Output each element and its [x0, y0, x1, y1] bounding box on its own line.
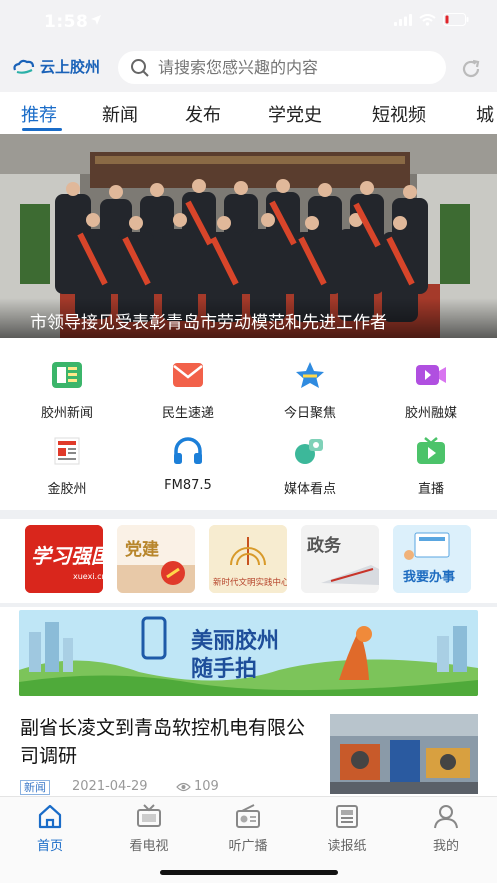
app-header: 云上胶州 [0, 44, 497, 92]
cloud-logo-icon [13, 59, 35, 74]
quick-link-livelihood[interactable]: 民生速递 [126, 360, 250, 421]
feature-cards-row: 学习强国 xuexi.cn 党建 新时代文明实践中心 政务 [0, 519, 497, 603]
nav-label: 我的 [432, 839, 459, 854]
news-date: 2021-04-29 [72, 779, 148, 794]
status-indicators [394, 13, 469, 26]
nav-label: 听广播 [228, 839, 268, 854]
tab-party-history[interactable]: 学党史 [268, 101, 322, 127]
headphones-icon [174, 437, 202, 464]
tab-city[interactable]: 城 [476, 101, 494, 127]
feature-card-services[interactable]: 我要办事 [393, 525, 471, 593]
quick-link-label: 今日聚焦 [283, 406, 336, 421]
promo-banner[interactable]: 美丽胶州 随手拍 [19, 610, 478, 696]
section-divider [0, 510, 497, 519]
active-tab-indicator [22, 128, 62, 131]
quick-link-jiaozhou-news[interactable]: 胶州新闻 [5, 360, 129, 421]
tab-short-video[interactable]: 短视频 [372, 101, 426, 127]
video-camera-icon [416, 365, 446, 385]
quick-link-label: 胶州融媒 [404, 406, 457, 421]
wifi-icon [419, 13, 436, 26]
civilization-center-icon: 新时代文明实践中心 [209, 525, 287, 593]
battery-icon [443, 13, 469, 26]
promo-line1: 美丽胶州 [191, 628, 279, 654]
quick-link-label: 金胶州 [47, 482, 87, 497]
feature-card-civilization-center[interactable]: 新时代文明实践中心 [209, 525, 287, 593]
quick-link-focus[interactable]: 今日聚焦 [248, 360, 372, 421]
newspaper-nav-icon [336, 805, 358, 828]
banner-caption: 市领导接见受表彰青岛市劳动模范和先进工作者 [0, 298, 497, 338]
promo-line2: 随手拍 [191, 656, 257, 682]
party-emblem-icon: 党建 [117, 525, 195, 593]
envelope-icon [173, 363, 203, 387]
status-time: 1:58 [44, 12, 89, 32]
nav-read-newspaper[interactable]: 读报纸 [307, 803, 387, 854]
tab-news[interactable]: 新闻 [102, 101, 138, 127]
quick-link-label: 直播 [417, 482, 444, 497]
status-bar: 1:58 [0, 0, 497, 44]
news-thumbnail [330, 714, 478, 794]
feature-card-government[interactable]: 政务 [301, 525, 379, 593]
banner-caption-text: 市领导接见受表彰青岛市劳动模范和先进工作者 [30, 313, 387, 333]
star-icon [296, 362, 324, 388]
news-thumbnail-image [330, 714, 478, 794]
radio-icon [236, 804, 260, 828]
newspaper-icon [52, 362, 82, 388]
feature-card-sublabel: xuexi.cn [73, 572, 103, 581]
quick-link-fm[interactable]: FM87.5 [126, 436, 250, 493]
headline-banner[interactable]: 市领导接见受表彰青岛市劳动模范和先进工作者 [0, 134, 497, 338]
tab-recommend[interactable]: 推荐 [21, 101, 57, 127]
quick-link-label: 民生速递 [161, 406, 214, 421]
feature-card-party-building[interactable]: 党建 [117, 525, 195, 593]
tv-icon [137, 804, 161, 827]
newspaper-red-icon [54, 437, 80, 465]
news-category-badge: 新闻 [20, 780, 50, 795]
section-divider [0, 603, 497, 607]
quick-link-label: 媒体看点 [283, 482, 336, 497]
quick-link-label: FM87.5 [164, 478, 212, 493]
feature-card-label: 党建 [125, 539, 159, 560]
quick-link-gold-jiaozhou[interactable]: 金胶州 [5, 436, 129, 497]
home-icon [38, 804, 62, 829]
refresh-icon[interactable] [460, 58, 482, 80]
feature-card-xuexi[interactable]: 学习强国 xuexi.cn [25, 525, 103, 593]
app-logo[interactable]: 云上胶州 [12, 56, 100, 77]
promo-graphic: 美丽胶州 随手拍 [19, 610, 478, 696]
media-icon [295, 439, 323, 464]
nav-home[interactable]: 首页 [10, 803, 90, 854]
news-views-value: 109 [194, 779, 219, 794]
news-title: 副省长凌文到青岛软控机电有限公司调研 [20, 717, 306, 767]
nav-label: 读报纸 [327, 839, 367, 854]
feature-card-label: 新时代文明实践中心 [213, 577, 287, 588]
quick-links-grid: 胶州新闻 民生速递 今日聚焦 胶州融媒 金胶州 FM87.5 媒体看点 直播 [0, 338, 497, 510]
eye-icon [176, 782, 191, 791]
search-input[interactable] [158, 58, 438, 77]
quick-link-label: 胶州新闻 [40, 406, 93, 421]
signal-icon [394, 13, 412, 26]
search-bar[interactable] [118, 51, 446, 84]
nav-listen-radio[interactable]: 听广播 [208, 803, 288, 854]
feature-card-label: 我要办事 [403, 569, 455, 585]
feature-card-label: 学习强国 [31, 544, 103, 568]
news-view-count: 109 [176, 779, 219, 794]
feature-card-label: 政务 [307, 535, 342, 556]
live-tv-icon [417, 437, 445, 464]
news-list-item[interactable]: 副省长凌文到青岛软控机电有限公司调研 新闻 2021-04-29 109 [0, 700, 497, 796]
logo-text: 云上胶州 [40, 58, 101, 76]
xuexi-logo-icon: 学习强国 xuexi.cn [25, 525, 103, 593]
government-train-icon: 政务 [301, 525, 379, 593]
nav-label: 看电视 [129, 839, 169, 854]
user-icon [434, 805, 458, 829]
home-indicator [160, 870, 338, 875]
nav-profile[interactable]: 我的 [406, 803, 486, 854]
quick-link-media[interactable]: 胶州融媒 [369, 360, 493, 421]
location-arrow-icon [91, 15, 101, 25]
nav-label: 首页 [36, 839, 63, 854]
nav-watch-tv[interactable]: 看电视 [109, 803, 189, 854]
search-icon [131, 58, 149, 77]
quick-link-media-highlights[interactable]: 媒体看点 [248, 436, 372, 497]
tab-publish[interactable]: 发布 [185, 101, 221, 127]
quick-link-live[interactable]: 直播 [369, 436, 493, 497]
category-tabs: 推荐 新闻 发布 学党史 短视频 城 [0, 92, 497, 134]
services-icon: 我要办事 [393, 525, 471, 593]
